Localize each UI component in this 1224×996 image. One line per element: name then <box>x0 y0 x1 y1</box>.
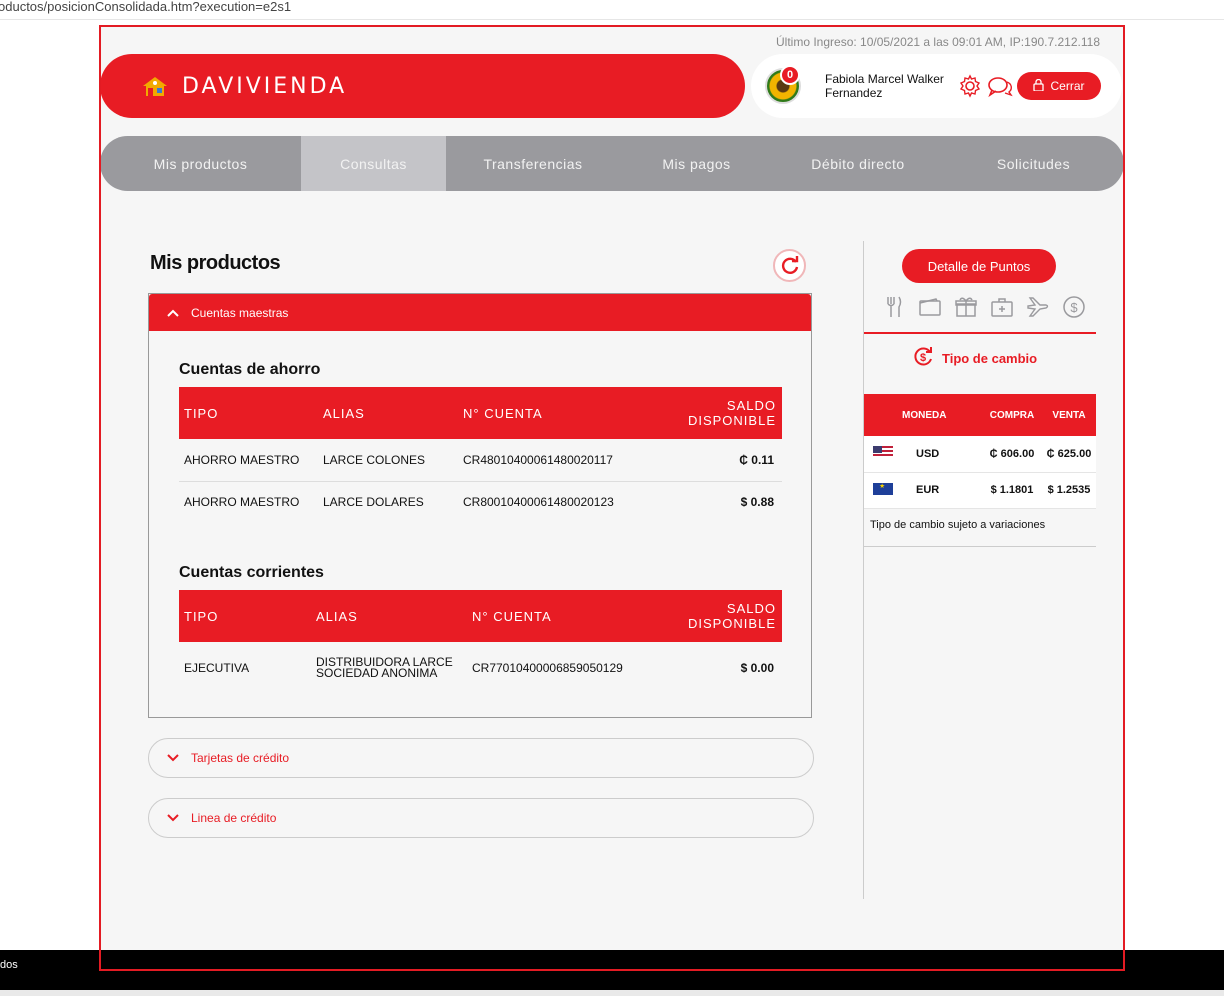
points-detail-button[interactable]: Detalle de Puntos <box>902 249 1056 283</box>
logout-label: Cerrar <box>1050 79 1085 93</box>
cell-alias: LARCE DOLARES <box>323 495 424 510</box>
points-categories: $ <box>882 295 1086 319</box>
plane-icon[interactable] <box>1026 295 1050 319</box>
exchange-rate-label: Tipo de cambio <box>942 351 1038 366</box>
savings-title: Cuentas de ahorro <box>179 361 321 378</box>
cuentas-maestras-panel: Cuentas maestras Cuentas de ahorro TIPO … <box>148 293 812 718</box>
table-row[interactable]: EJECUTIVA DISTRIBUIDORA LARCE SOCIEDAD AN… <box>179 642 782 694</box>
brand-logo[interactable]: DAVIVIENDA <box>140 74 347 99</box>
dollar-icon[interactable]: $ <box>1062 295 1086 319</box>
fx-row: USD ₵ 606.00 ₵ 625.00 <box>864 436 1096 473</box>
cell-saldo: $ 0.00 <box>740 661 774 675</box>
col-alias: ALIAS <box>318 387 458 439</box>
health-icon[interactable] <box>990 295 1014 319</box>
taskbar: dos <box>0 950 1224 990</box>
chevron-down-icon <box>167 751 179 765</box>
notification-badge[interactable]: 0 <box>780 65 800 85</box>
brand-bar: DAVIVIENDA <box>100 54 745 118</box>
table-row[interactable]: AHORRO MAESTRO LARCE COLONES CR480104000… <box>179 439 782 482</box>
cell-saldo: $ 0.88 <box>740 495 774 510</box>
nav-mis-pagos[interactable]: Mis pagos <box>620 136 773 191</box>
fx-sell: ₵ 625.00 <box>1042 436 1096 473</box>
gift-icon[interactable] <box>954 295 978 319</box>
fx-currency: EUR <box>902 472 982 509</box>
savings-table: TIPO ALIAS N° CUENTA SALDO DISPONIBLE AH… <box>179 387 782 523</box>
table-row[interactable]: AHORRO MAESTRO LARCE DOLARES CR800104000… <box>179 481 782 523</box>
brand-name: DAVIVIENDA <box>182 73 348 99</box>
col-tipo: TIPO <box>179 387 318 439</box>
col-cuenta: N° CUENTA <box>467 590 637 642</box>
svg-text:$: $ <box>1070 300 1078 315</box>
col-tipo: TIPO <box>179 590 311 642</box>
bank-page: Último Ingreso: 10/05/2021 a las 09:01 A… <box>100 25 1124 950</box>
exchange-rate-table: MONEDA COMPRA VENTA USD ₵ 606.00 ₵ 625.0… <box>864 394 1096 509</box>
restaurant-icon[interactable] <box>882 295 906 319</box>
wallet-icon[interactable] <box>918 295 942 319</box>
exchange-icon: $ <box>912 346 934 371</box>
cell-cuenta[interactable]: CR48010400061480020117 <box>458 439 636 482</box>
chevron-down-icon <box>167 811 179 825</box>
fx-buy: ₵ 606.00 <box>982 436 1042 473</box>
usa-flag-icon <box>864 436 902 473</box>
cell-saldo: ₵ 0.11 <box>636 439 782 482</box>
fx-sell: $ 1.2535 <box>1042 472 1096 509</box>
col-saldo: SALDO DISPONIBLE <box>636 387 782 439</box>
logout-button[interactable]: Cerrar <box>1017 72 1101 100</box>
lock-icon <box>1033 78 1045 94</box>
fx-buy: $ 1.1801 <box>982 472 1042 509</box>
current-accounts-title: Cuentas corrientes <box>179 564 324 581</box>
alias-line-2: SOCIEDAD ANONIMA <box>316 666 438 680</box>
col-compra: COMPRA <box>982 394 1042 436</box>
gear-icon[interactable] <box>957 73 983 99</box>
cell-cuenta[interactable]: CR77010400006859050129 <box>467 642 637 694</box>
fx-currency: USD <box>902 436 982 473</box>
nav-mis-productos[interactable]: Mis productos <box>100 136 301 191</box>
page-title: Mis productos <box>150 252 281 274</box>
house-logo-icon <box>140 74 170 98</box>
exchange-rate-note: Tipo de cambio sujeto a variaciones <box>870 519 1046 531</box>
col-cuenta: N° CUENTA <box>458 387 636 439</box>
col-saldo: SALDO DISPONIBLE <box>637 590 782 642</box>
cell-tipo: AHORRO MAESTRO <box>184 495 300 510</box>
exchange-divider <box>864 546 1096 547</box>
user-name: Fabiola Marcel Walker Fernandez <box>825 72 944 100</box>
cell-tipo: EJECUTIVA <box>184 661 250 675</box>
col-alias: ALIAS <box>311 590 467 642</box>
browser-url[interactable]: oductos/posicionConsolidada.htm?executio… <box>0 0 1224 20</box>
current-accounts-table: TIPO ALIAS N° CUENTA SALDO DISPONIBLE EJ… <box>179 590 782 694</box>
cuentas-maestras-label: Cuentas maestras <box>191 305 289 320</box>
sidebar-divider <box>863 241 864 899</box>
fx-row: EUR $ 1.1801 $ 1.2535 <box>864 472 1096 509</box>
taskbar-text: dos <box>0 959 18 971</box>
last-login-info: Último Ingreso: 10/05/2021 a las 09:01 A… <box>776 35 1100 49</box>
cell-cuenta[interactable]: CR80010400061480020123 <box>458 481 636 523</box>
linea-credito-panel[interactable]: Linea de crédito <box>148 798 814 838</box>
tarjetas-credito-label: Tarjetas de crédito <box>191 751 290 765</box>
chevron-up-icon <box>167 306 179 320</box>
cell-alias: LARCE COLONES <box>318 439 458 482</box>
col-flag <box>864 394 902 436</box>
nav-transferencias[interactable]: Transferencias <box>446 136 620 191</box>
cell-alias: DISTRIBUIDORA LARCE SOCIEDAD ANONIMA <box>311 642 467 694</box>
linea-credito-label: Linea de crédito <box>191 811 277 825</box>
tarjetas-credito-panel[interactable]: Tarjetas de crédito <box>148 738 814 778</box>
cuentas-maestras-header[interactable]: Cuentas maestras <box>149 294 811 331</box>
nav-debito-directo[interactable]: Débito directo <box>773 136 943 191</box>
col-venta: VENTA <box>1042 394 1096 436</box>
svg-text:$: $ <box>920 352 926 364</box>
refresh-icon[interactable] <box>773 249 806 282</box>
bottom-strip <box>0 990 1224 996</box>
cell-tipo: AHORRO MAESTRO <box>179 439 318 482</box>
sidebar-separator <box>864 332 1096 334</box>
exchange-rate-title: $ Tipo de cambio <box>912 346 1037 371</box>
eu-flag-icon <box>864 472 902 509</box>
user-bar: 0 Fabiola Marcel Walker Fernandez Cerrar <box>751 54 1122 118</box>
chat-icon[interactable] <box>987 73 1013 99</box>
main-nav: Mis productos Consultas Transferencias M… <box>100 136 1124 191</box>
col-moneda: MONEDA <box>902 394 982 436</box>
nav-solicitudes[interactable]: Solicitudes <box>943 136 1124 191</box>
nav-consultas[interactable]: Consultas <box>301 136 446 191</box>
